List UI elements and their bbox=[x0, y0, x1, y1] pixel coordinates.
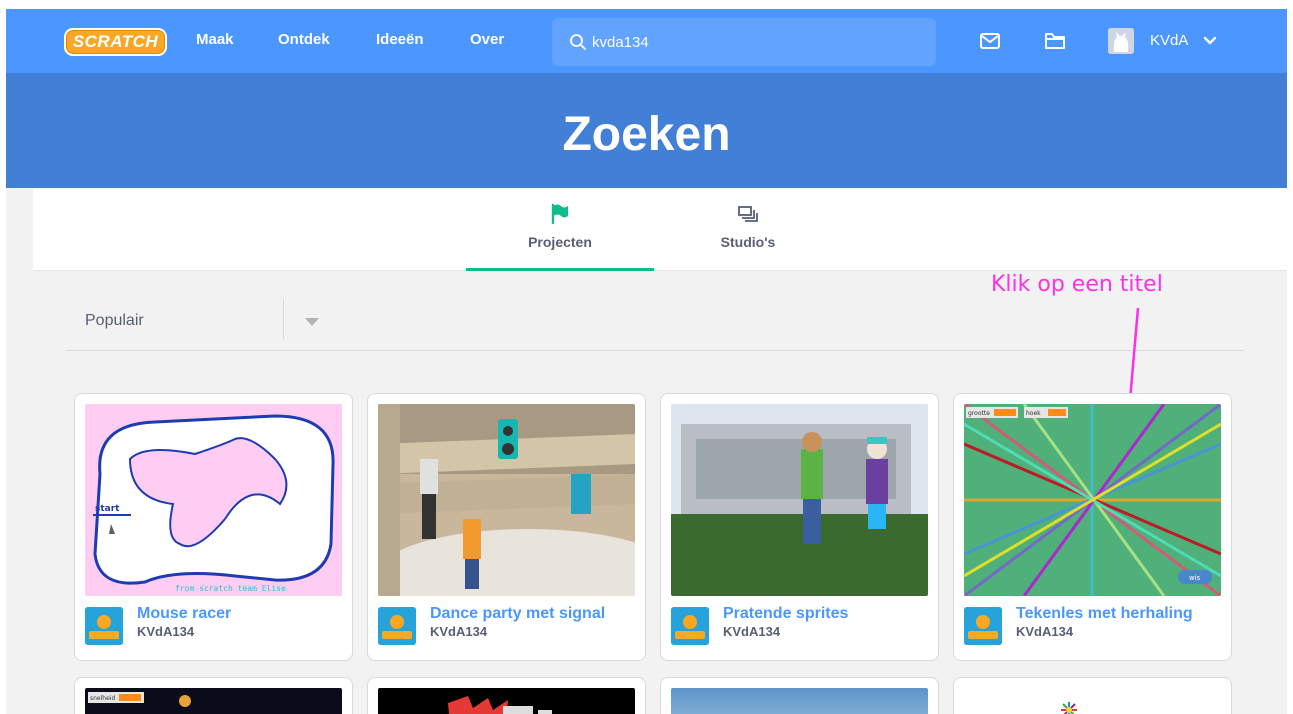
scratch-cat-icon bbox=[671, 607, 709, 645]
search-input[interactable] bbox=[592, 18, 912, 66]
project-thumbnail[interactable] bbox=[671, 688, 928, 714]
project-title[interactable]: Pratende sprites bbox=[723, 605, 848, 623]
project-card[interactable]: start from scratch team Elise Mouse race… bbox=[74, 393, 353, 661]
nav-link-ontdek[interactable]: Ontdek bbox=[278, 31, 330, 48]
tab-label: Studio's bbox=[720, 234, 776, 250]
project-thumbnail[interactable] bbox=[378, 404, 635, 596]
nav-link-ideeen[interactable]: Ideeën bbox=[376, 31, 424, 48]
tab-label: Projecten bbox=[528, 234, 592, 250]
annotation-text: Klik op een titel bbox=[991, 272, 1163, 297]
author-avatar[interactable] bbox=[85, 607, 123, 645]
sort-divider bbox=[283, 299, 284, 339]
scratch-logo[interactable]: SCRATCH bbox=[64, 28, 167, 56]
project-card[interactable]: grootte hoek wis Tekenles met herhaling … bbox=[953, 393, 1232, 661]
scratch-cat-icon bbox=[964, 607, 1002, 645]
project-author[interactable]: KVdA134 bbox=[723, 624, 780, 639]
browser-viewport: SCRATCH Maak Ontdek Ideeën Over KVdA bbox=[6, 9, 1287, 714]
variable-monitor-label: grootte bbox=[968, 410, 990, 417]
my-stuff-folder-icon[interactable] bbox=[1044, 31, 1066, 51]
variable-monitor-label: snelheid bbox=[90, 695, 115, 702]
search-box[interactable] bbox=[552, 18, 936, 66]
project-thumbnail[interactable]: grootte hoek wis bbox=[964, 404, 1221, 596]
project-thumbnail[interactable]: start from scratch team Elise bbox=[85, 404, 342, 596]
project-card[interactable] bbox=[367, 677, 646, 714]
racer-credit-text: from scratch team Elise bbox=[175, 584, 286, 593]
variable-monitor-label: hoek bbox=[1026, 410, 1041, 417]
scratch-cat-icon bbox=[85, 607, 123, 645]
project-thumbnail[interactable] bbox=[378, 688, 635, 714]
project-thumbnail[interactable] bbox=[671, 404, 928, 596]
author-avatar[interactable] bbox=[671, 607, 709, 645]
chevron-down-icon[interactable] bbox=[1203, 36, 1217, 46]
nav-link-maak[interactable]: Maak bbox=[196, 31, 234, 48]
project-title[interactable]: Tekenles met herhaling bbox=[1016, 605, 1193, 623]
nav-link-over[interactable]: Over bbox=[470, 31, 504, 48]
project-author[interactable]: KVdA134 bbox=[1016, 624, 1073, 639]
project-author[interactable]: KVdA134 bbox=[430, 624, 487, 639]
top-navbar: SCRATCH Maak Ontdek Ideeën Over KVdA bbox=[6, 9, 1287, 73]
messages-icon[interactable] bbox=[979, 31, 1001, 51]
caret-down-icon[interactable] bbox=[304, 317, 320, 327]
search-banner: Zoeken bbox=[6, 73, 1287, 188]
cat-avatar-icon bbox=[1108, 28, 1134, 54]
search-tabs: Projecten Studio's bbox=[33, 188, 1287, 271]
studio-icon bbox=[738, 206, 758, 222]
project-title[interactable]: Dance party met signal bbox=[430, 605, 605, 623]
sort-selected[interactable]: Populair bbox=[85, 312, 144, 330]
user-avatar[interactable] bbox=[1108, 28, 1134, 54]
project-title[interactable]: Mouse racer bbox=[137, 605, 231, 623]
flag-icon bbox=[551, 203, 568, 225]
project-author[interactable]: KVdA134 bbox=[137, 624, 194, 639]
racer-start-text: start bbox=[95, 504, 120, 514]
project-card[interactable]: Dance party met signal KVdA134 bbox=[367, 393, 646, 661]
page-title: Zoeken bbox=[562, 108, 731, 161]
project-thumbnail[interactable] bbox=[964, 688, 1221, 714]
tab-projecten[interactable]: Projecten bbox=[466, 188, 654, 271]
user-name[interactable]: KVdA bbox=[1150, 32, 1188, 49]
sprite-button-label: wis bbox=[1189, 574, 1201, 582]
author-avatar[interactable] bbox=[964, 607, 1002, 645]
project-card[interactable]: snelheid bbox=[74, 677, 353, 714]
tab-studios[interactable]: Studio's bbox=[654, 188, 842, 271]
sort-dropdown[interactable]: Populair bbox=[66, 299, 1244, 351]
scratch-cat-icon bbox=[378, 607, 416, 645]
author-avatar[interactable] bbox=[378, 607, 416, 645]
project-card[interactable]: Pratende sprites KVdA134 bbox=[660, 393, 939, 661]
search-icon bbox=[570, 34, 586, 50]
project-thumbnail[interactable]: snelheid bbox=[85, 688, 342, 714]
project-card[interactable] bbox=[660, 677, 939, 714]
project-card[interactable] bbox=[953, 677, 1232, 714]
